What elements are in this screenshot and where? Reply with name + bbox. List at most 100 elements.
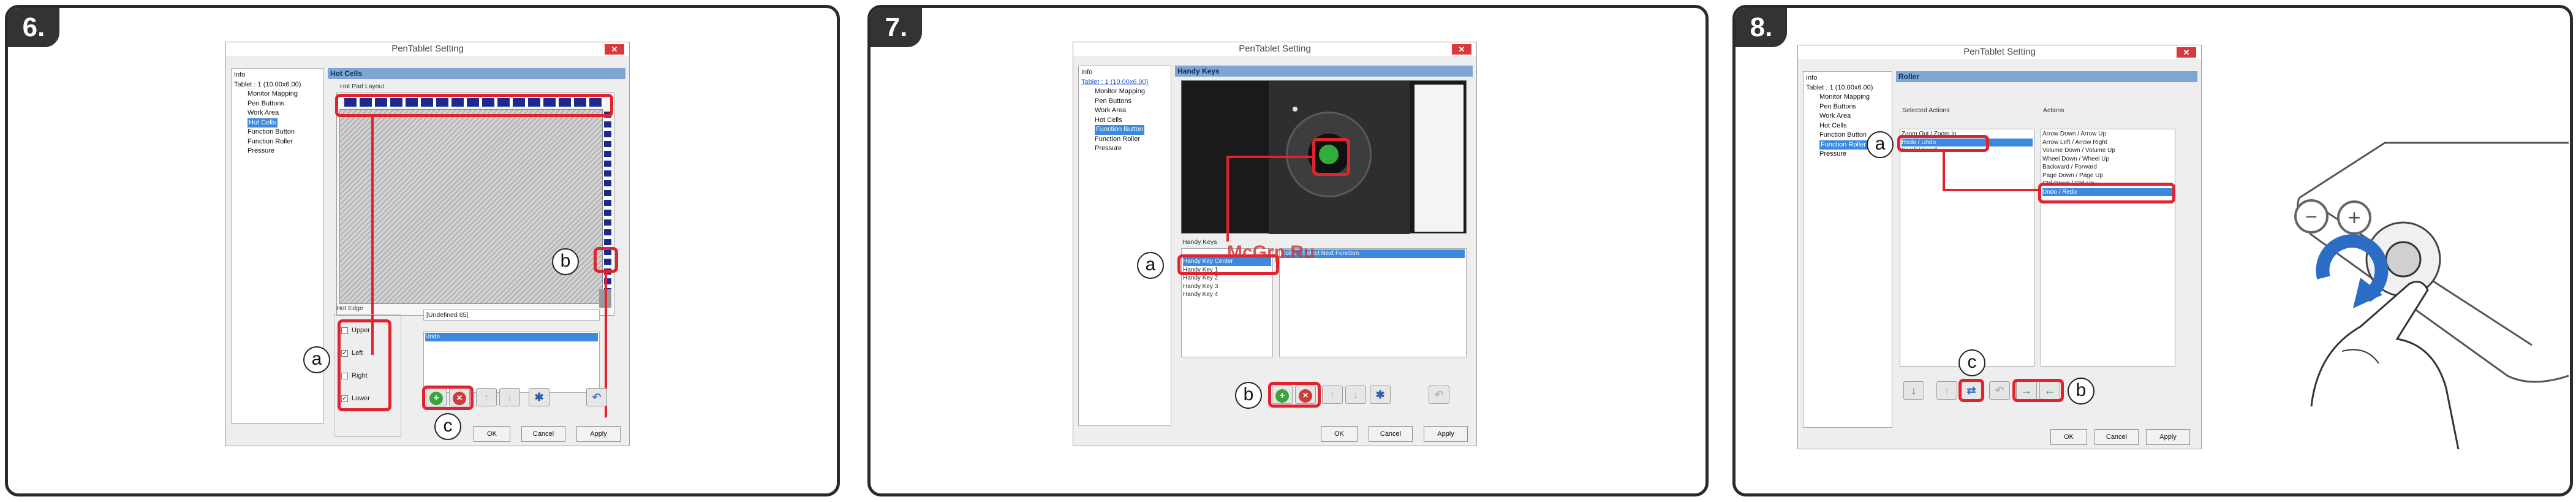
highlight-add-remove	[422, 386, 474, 410]
connector-line	[1943, 189, 2039, 191]
actions-label: Actions	[2043, 107, 2064, 114]
move-down-button[interactable]: ↓	[1345, 386, 1366, 404]
window-title: PenTablet Setting	[226, 42, 629, 56]
section-header: Handy Keys	[1175, 66, 1473, 77]
tree-item[interactable]: Pen Buttons	[1081, 97, 1168, 107]
add-up-button[interactable]: ↓	[1903, 381, 1924, 400]
hot-pad-layout	[336, 93, 614, 316]
settings-window: PenTablet Setting ✕ Info Tablet : 1 (10.…	[1797, 45, 2202, 449]
tree-item-tablet[interactable]: Tablet : 1 (10.00x6.00)	[234, 80, 321, 90]
cancel-button[interactable]: Cancel	[521, 426, 565, 442]
callout-c: c	[434, 413, 461, 440]
tree-item-info[interactable]: Info	[1806, 74, 1889, 83]
callout-a: a	[1137, 252, 1164, 279]
action-item[interactable]: Backward / Forward	[2042, 163, 2174, 172]
section-header: Hot Cells	[328, 68, 625, 79]
tree-item[interactable]: Function Roller	[234, 137, 321, 147]
reset-button[interactable]: ↶	[1429, 386, 1449, 404]
callout-b: b	[552, 248, 579, 275]
step-number: 6.	[8, 8, 59, 47]
tree-item[interactable]: Pressure	[234, 146, 321, 156]
highlight-center-key	[1312, 138, 1350, 176]
device-screen-edge	[1415, 85, 1464, 232]
tree-item[interactable]: Work Area	[234, 108, 321, 118]
ok-button[interactable]: OK	[1321, 426, 1358, 442]
actions-list[interactable]: Undo	[423, 332, 600, 393]
highlight-add-remove	[1268, 382, 1321, 408]
close-button[interactable]: ✕	[2177, 47, 2196, 58]
layout-group-label: Hot Pad Layout	[340, 83, 385, 90]
highlight-swap-button	[1958, 379, 1984, 402]
handy-key-item[interactable]: Handy Key 2	[1183, 274, 1271, 283]
tree-item-selected[interactable]: Function Roller	[1819, 140, 1867, 150]
tree-item-selected[interactable]: Function Button	[1095, 125, 1145, 135]
tree-item[interactable]: Monitor Mapping	[234, 89, 321, 99]
tree-item-selected[interactable]: Hot Cells	[247, 118, 278, 127]
tree-item-tablet[interactable]: Tablet : 1 (10.00x6.00)	[1806, 83, 1889, 93]
ok-button[interactable]: OK	[2050, 429, 2087, 445]
move-up-button[interactable]: ↑	[1936, 381, 1957, 400]
move-up-button[interactable]: ↑	[1322, 386, 1343, 404]
highlight-hot-edge	[338, 319, 391, 411]
handy-key-item[interactable]: Handy Key 4	[1183, 291, 1271, 299]
connector-line	[1943, 152, 1945, 190]
tree-item[interactable]: Pressure	[1081, 144, 1168, 154]
step-panel-7: 7. PenTablet Setting ✕ Info Tablet : 1 (…	[867, 5, 1709, 496]
highlight-selected-cell	[594, 247, 618, 273]
settings-tree: Info Tablet : 1 (10.00x6.00) Monitor Map…	[1078, 66, 1171, 426]
settings-window: PenTablet Setting ✕ Info Tablet : 1 (10.…	[225, 42, 630, 446]
tree-item[interactable]: Hot Cells	[1806, 121, 1889, 131]
roller-illustration: − +	[2294, 142, 2569, 449]
highlight-arrow-buttons	[2012, 379, 2064, 402]
apply-button[interactable]: Apply	[1424, 426, 1468, 442]
tree-item[interactable]: Function Button	[234, 127, 321, 137]
apply-button[interactable]: Apply	[2146, 429, 2190, 445]
handy-key-item[interactable]: Handy Key 3	[1183, 283, 1271, 291]
cancel-button[interactable]: Cancel	[1369, 426, 1413, 442]
selected-actions-list[interactable]: Zoom Out / Zoom In Redo / Undo Scroll / …	[1900, 129, 2034, 367]
tree-item-tablet[interactable]: Tablet : 1 (10.00x6.00)	[1081, 78, 1168, 88]
reset-button[interactable]: ↶	[1989, 381, 2010, 400]
close-button[interactable]: ✕	[605, 44, 624, 55]
callout-a: a	[303, 346, 330, 373]
step-number: 8.	[1736, 8, 1787, 47]
cell-select-dropdown[interactable]: [Undefined 65]	[423, 310, 600, 321]
window-title: PenTablet Setting	[1798, 45, 2201, 59]
hand-outline	[2310, 281, 2460, 449]
callout-a: a	[1867, 131, 1894, 158]
watermark: McGrp.Ru	[1227, 242, 1315, 262]
close-button[interactable]: ✕	[1452, 44, 1471, 55]
tree-item[interactable]: Function Roller	[1081, 135, 1168, 145]
move-up-button[interactable]: ↑	[476, 388, 497, 406]
callout-b: b	[1235, 382, 1262, 409]
action-item[interactable]: Arrow Down / Arrow Up	[2042, 130, 2174, 139]
cancel-button[interactable]: Cancel	[2094, 429, 2139, 445]
tree-item[interactable]: Work Area	[1081, 106, 1168, 116]
tree-item[interactable]: Work Area	[1806, 112, 1889, 121]
ok-button[interactable]: OK	[474, 426, 510, 442]
action-item[interactable]: Page Down / Page Up	[2042, 172, 2174, 180]
tree-item[interactable]: Monitor Mapping	[1081, 87, 1168, 97]
reset-button[interactable]: ↶	[586, 388, 607, 406]
action-item[interactable]: Arrow Left / Arrow Right	[2042, 139, 2174, 147]
action-item[interactable]: Wheel Down / Wheel Up	[2042, 155, 2174, 164]
hot-edge-label: Hot Edge	[336, 305, 363, 312]
gear-button[interactable]: ✱	[529, 388, 550, 406]
gear-button[interactable]: ✱	[1370, 386, 1391, 404]
tree-item-info[interactable]: Info	[1081, 68, 1168, 78]
action-item-selected[interactable]: Undo	[425, 333, 598, 341]
action-item[interactable]: Volume Down / Volume Up	[2042, 146, 2174, 155]
handy-key-actions-list[interactable]: Roller - Select Next Function	[1279, 248, 1467, 357]
step-panel-6: 6. PenTablet Setting ✕ Info Tablet : 1 (…	[5, 5, 840, 496]
window-title: PenTablet Setting	[1073, 42, 1476, 56]
tree-item-info[interactable]: Info	[234, 70, 321, 80]
available-actions-list[interactable]: Arrow Down / Arrow Up Arrow Left / Arrow…	[2041, 129, 2175, 367]
tree-item[interactable]: Hot Cells	[1081, 116, 1168, 126]
step-number: 7.	[871, 8, 922, 47]
move-down-button[interactable]: ↓	[499, 388, 520, 406]
tree-item[interactable]: Pen Buttons	[234, 99, 321, 109]
highlight-selected-action	[1897, 135, 1989, 152]
tree-item[interactable]: Monitor Mapping	[1806, 93, 1889, 102]
apply-button[interactable]: Apply	[576, 426, 621, 442]
tree-item[interactable]: Pen Buttons	[1806, 102, 1889, 112]
